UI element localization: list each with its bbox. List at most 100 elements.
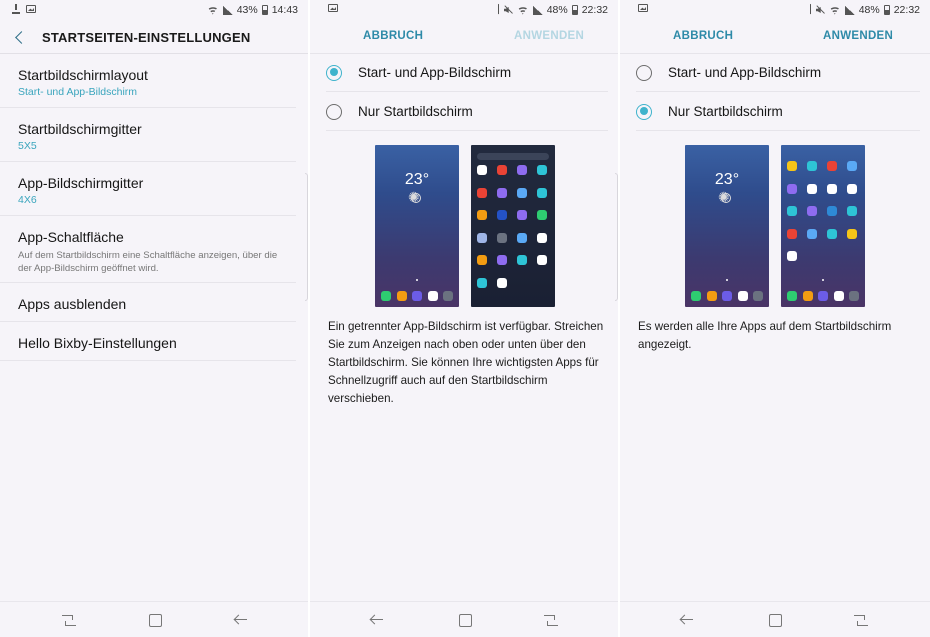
page-indicator — [726, 279, 728, 281]
back-arrow-icon[interactable] — [0, 22, 42, 54]
radio-button[interactable] — [636, 103, 652, 120]
app-icon — [802, 291, 813, 301]
home-screen-preview: 23° — [685, 145, 769, 307]
app-icon — [497, 210, 507, 220]
option-description: Es werden alle Ihre Apps auf dem Startbi… — [638, 320, 892, 351]
setting-title: Apps ausblenden — [18, 296, 127, 312]
weather-sun-icon — [408, 189, 421, 206]
app-icon — [477, 165, 487, 175]
recent-apps-icon[interactable] — [62, 614, 76, 626]
app-icon — [517, 165, 527, 175]
back-icon[interactable] — [370, 614, 384, 626]
app-icon — [833, 291, 844, 301]
radio-button[interactable] — [326, 103, 342, 120]
app-icon — [753, 291, 763, 301]
setting-description: Auf dem Startbildschirm eine Schaltfläch… — [18, 250, 278, 274]
navigation-bar — [620, 601, 930, 637]
radio-button[interactable] — [636, 64, 652, 81]
option-home-and-apps[interactable]: Start- und App-Bildschirm — [326, 54, 608, 92]
bluetooth-icon — [492, 3, 499, 17]
option-label: Nur Startbildschirm — [668, 104, 783, 119]
preview-app-grid — [787, 161, 859, 261]
preview-clock: 23° — [714, 171, 740, 188]
app-icon — [737, 291, 748, 301]
mute-icon — [503, 5, 513, 15]
option-label: Start- und App-Bildschirm — [358, 65, 512, 80]
app-icon — [497, 165, 507, 175]
app-icon — [427, 291, 438, 301]
setting-value: 5X5 — [18, 140, 37, 152]
app-icon — [517, 232, 527, 243]
clock-time: 14:43 — [271, 4, 298, 16]
signal-icon — [532, 5, 543, 15]
setting-home-layout[interactable]: Startbildschirmlayout Start- und App-Bil… — [0, 54, 296, 108]
app-icon — [412, 291, 422, 301]
app-icon — [477, 187, 487, 198]
recent-apps-icon[interactable] — [854, 614, 868, 626]
app-icon — [477, 232, 487, 243]
setting-app-grid[interactable]: App-Bildschirmgitter 4X6 — [0, 162, 296, 216]
wifi-icon — [516, 5, 529, 15]
option-home-and-apps[interactable]: Start- und App-Bildschirm — [636, 54, 920, 92]
home-icon[interactable] — [458, 614, 472, 627]
apply-button[interactable]: ANWENDEN — [823, 30, 893, 42]
signal-icon — [844, 5, 855, 15]
app-icon — [787, 291, 797, 301]
signal-icon — [222, 5, 233, 15]
bluetooth-icon — [804, 3, 811, 17]
app-icon — [537, 187, 547, 198]
battery-icon — [571, 5, 578, 15]
dialog-header: ABBRUCH ANWENDEN — [620, 20, 930, 54]
app-icon — [537, 255, 547, 265]
settings-screen: 43% 14:43 STARTSEITEN-EINSTELLUNGEN Star… — [0, 0, 308, 637]
app-icon — [477, 277, 487, 288]
app-icon — [807, 183, 817, 194]
clock-time: 22:32 — [893, 4, 920, 16]
panel-divider — [618, 0, 620, 637]
app-icon — [787, 183, 797, 194]
back-icon[interactable] — [234, 614, 248, 626]
settings-list: Startbildschirmlayout Start- und App-Bil… — [0, 54, 296, 361]
wifi-icon — [206, 5, 219, 15]
home-icon[interactable] — [148, 614, 162, 627]
app-icon — [818, 291, 828, 301]
app-icon — [537, 232, 547, 243]
option-home-only[interactable]: Nur Startbildschirm — [636, 93, 920, 131]
app-icon — [691, 291, 701, 301]
apply-button[interactable]: ANWENDEN — [514, 30, 584, 42]
cancel-button[interactable]: ABBRUCH — [363, 30, 423, 42]
home-icon[interactable] — [768, 614, 782, 627]
app-icon — [807, 228, 817, 239]
setting-app-button[interactable]: App-Schaltfläche Auf dem Startbildschirm… — [0, 216, 296, 283]
layout-dialog-screen-1: 48% 22:32 ABBRUCH ANWENDEN Start- und Ap… — [310, 0, 618, 637]
dialog-header: ABBRUCH ANWENDEN — [310, 20, 618, 54]
app-icon — [517, 210, 527, 220]
page-indicator — [822, 279, 824, 281]
radio-button[interactable] — [326, 64, 342, 81]
option-description: Ein getrennter App-Bildschirm ist verfüg… — [328, 320, 604, 405]
preview-search-bar — [477, 153, 549, 160]
setting-home-grid[interactable]: Startbildschirmgitter 5X5 — [0, 108, 296, 162]
app-icon — [787, 161, 797, 171]
app-icon — [537, 165, 547, 175]
back-icon[interactable] — [680, 614, 694, 626]
option-home-only[interactable]: Nur Startbildschirm — [326, 93, 608, 131]
app-icon — [807, 206, 817, 216]
app-icon — [722, 291, 732, 301]
app-icon — [537, 210, 547, 220]
setting-bixby[interactable]: Hello Bixby-Einstellungen — [0, 322, 296, 361]
image-notification-icon — [26, 5, 36, 13]
app-icon — [787, 228, 797, 239]
recent-apps-icon[interactable] — [544, 614, 558, 626]
app-icon — [497, 232, 507, 243]
app-icon — [517, 255, 527, 265]
app-icon — [497, 277, 507, 288]
setting-hide-apps[interactable]: Apps ausblenden — [0, 283, 296, 322]
battery-percent: 43% — [236, 4, 258, 16]
battery-icon — [261, 5, 268, 15]
image-notification-icon — [638, 4, 648, 12]
preview-dock — [381, 291, 453, 301]
preview-dock — [691, 291, 763, 301]
app-icon — [847, 161, 857, 171]
cancel-button[interactable]: ABBRUCH — [673, 30, 733, 42]
